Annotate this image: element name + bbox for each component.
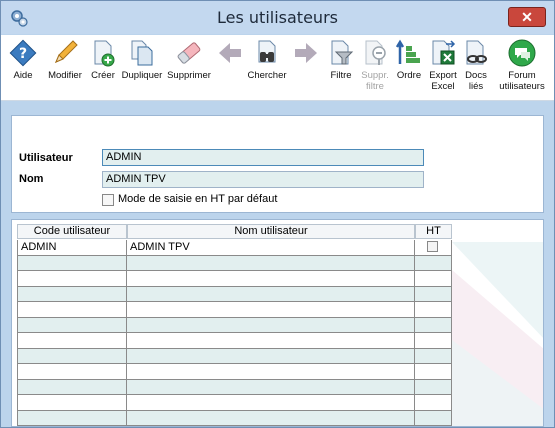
cell-name[interactable] (127, 271, 415, 287)
user-label: Utilisateur (19, 152, 73, 164)
sort-order-icon (395, 39, 420, 64)
linked-docs-icon (466, 40, 487, 65)
cell-code[interactable] (17, 255, 127, 271)
toolbar: ? Aide Modifier Créer Dupliquer Supprime… (1, 35, 554, 101)
edit-label: Modifier (48, 70, 82, 81)
close-button[interactable]: ✕ (508, 7, 546, 27)
users-grid: Code utilisateur Nom utilisateur HT ADMI… (11, 219, 544, 427)
user-form-panel: Utilisateur ADMIN Nom ADMIN TPV Mode de … (11, 115, 544, 213)
cell-ht[interactable] (415, 348, 452, 364)
duplicate-icon (131, 40, 153, 66)
cell-name[interactable] (127, 286, 415, 302)
cell-ht[interactable] (415, 410, 452, 426)
remove-filter-label: Suppr. filtre (361, 70, 389, 92)
duplicate-button[interactable]: Dupliquer (119, 38, 165, 81)
forum-icon (508, 39, 536, 67)
filter-icon (331, 40, 354, 65)
cell-name[interactable] (127, 302, 415, 318)
cell-code[interactable]: ADMIN (17, 240, 127, 256)
create-button[interactable]: Créer (87, 38, 119, 81)
excel-export-icon (432, 40, 456, 65)
sort-button[interactable]: Ordre (393, 38, 425, 81)
export-excel-label: Export Excel (429, 70, 457, 92)
forum-button[interactable]: Forum utilisateurs (494, 38, 550, 92)
cell-code[interactable] (17, 395, 127, 411)
pencil-icon (55, 40, 78, 63)
cell-name[interactable] (127, 410, 415, 426)
filter-button[interactable]: Filtre (326, 38, 356, 81)
cell-ht[interactable] (415, 317, 452, 333)
filter-label: Filtre (330, 70, 352, 81)
name-label: Nom (19, 173, 44, 185)
delete-label: Supprimer (167, 70, 211, 81)
cell-ht[interactable] (415, 240, 452, 256)
cell-code[interactable] (17, 302, 127, 318)
cell-code[interactable] (17, 379, 127, 395)
new-document-icon (94, 40, 115, 67)
help-button[interactable]: ? Aide (7, 38, 39, 81)
previous-button[interactable] (215, 38, 245, 70)
sort-label: Ordre (396, 70, 422, 81)
remove-filter-icon (365, 40, 386, 65)
cell-code[interactable] (17, 271, 127, 287)
user-name-field[interactable]: ADMIN TPV (102, 171, 424, 188)
search-label: Chercher (247, 70, 287, 81)
cell-name[interactable] (127, 364, 415, 380)
title-bar[interactable]: Les utilisateurs ✕ (1, 1, 554, 34)
cell-ht[interactable] (415, 255, 452, 271)
users-window: Les utilisateurs ✕ ? Aide Modifier Créer… (0, 0, 555, 428)
cell-ht[interactable] (415, 379, 452, 395)
delete-button[interactable]: Supprimer (166, 38, 212, 81)
column-header-name[interactable]: Nom utilisateur (127, 224, 415, 239)
cell-ht[interactable] (415, 286, 452, 302)
arrow-left-icon (219, 43, 241, 63)
export-excel-button[interactable]: Export Excel (426, 38, 460, 92)
forum-label: Forum utilisateurs (499, 70, 545, 92)
cell-code[interactable] (17, 364, 127, 380)
cell-ht[interactable] (415, 302, 452, 318)
eraser-icon (177, 42, 201, 64)
create-label: Créer (91, 70, 115, 81)
help-label: Aide (13, 70, 33, 81)
search-button[interactable]: Chercher (245, 38, 289, 81)
cell-name[interactable] (127, 348, 415, 364)
linked-docs-button[interactable]: Docs liés (461, 38, 491, 92)
cell-name[interactable] (127, 255, 415, 271)
cell-ht[interactable] (415, 333, 452, 349)
cell-code[interactable] (17, 348, 127, 364)
cell-code[interactable] (17, 410, 127, 426)
edit-button[interactable]: Modifier (43, 38, 87, 81)
close-icon: ✕ (521, 9, 533, 25)
user-code-field[interactable]: ADMIN (102, 149, 424, 166)
cell-name[interactable]: ADMIN TPV (127, 240, 415, 256)
next-button[interactable] (291, 38, 321, 70)
remove-filter-button[interactable]: Suppr. filtre (358, 38, 392, 92)
cell-ht[interactable] (415, 364, 452, 380)
cell-code[interactable] (17, 333, 127, 349)
arrow-right-icon (295, 43, 317, 63)
ht-mode-checkbox[interactable] (102, 194, 114, 206)
cell-name[interactable] (127, 317, 415, 333)
ht-mode-label: Mode de saisie en HT par défaut (118, 193, 278, 205)
cell-name[interactable] (127, 333, 415, 349)
cell-code[interactable] (17, 286, 127, 302)
cell-ht[interactable] (415, 271, 452, 287)
column-header-ht[interactable]: HT (415, 224, 452, 239)
cell-name[interactable] (127, 379, 415, 395)
ht-checkbox[interactable] (427, 241, 438, 252)
cell-ht[interactable] (415, 395, 452, 411)
window-title: Les utilisateurs (217, 8, 338, 27)
cell-name[interactable] (127, 395, 415, 411)
cell-code[interactable] (17, 317, 127, 333)
binoculars-icon (258, 40, 276, 63)
duplicate-label: Dupliquer (121, 70, 163, 81)
svg-text:?: ? (19, 46, 27, 62)
linked-docs-label: Docs liés (465, 70, 487, 92)
column-header-code[interactable]: Code utilisateur (17, 224, 127, 239)
help-icon: ? (9, 39, 37, 67)
